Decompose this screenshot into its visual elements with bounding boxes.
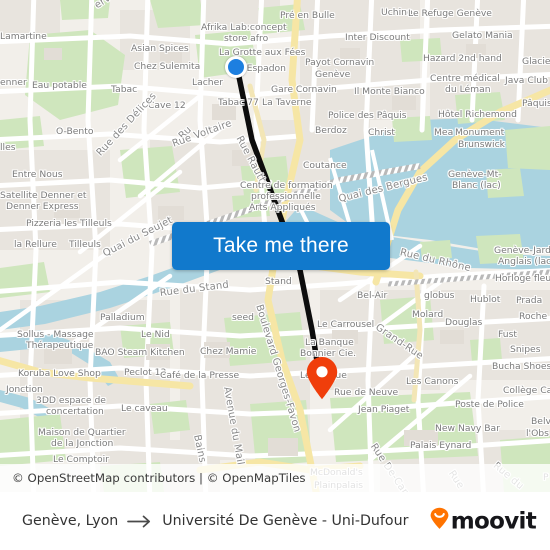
map-attribution-bar: © OpenStreetMap contributors | © OpenMap… xyxy=(0,464,550,492)
moovit-pin-icon xyxy=(430,507,449,535)
moovit-logo[interactable]: moovit xyxy=(430,507,537,535)
route-summary: Genève, Lyon Université De Genève - Uni-… xyxy=(22,513,408,529)
route-origin-label: Genève, Lyon xyxy=(22,513,119,529)
destination-pin-marker[interactable] xyxy=(305,356,339,400)
route-destination-label: Université De Genève - Uni-Dufour xyxy=(162,513,409,529)
moovit-wordmark: moovit xyxy=(450,508,537,534)
map-viewport[interactable]: LamartineervetteAsian SpicesChez Sulemit… xyxy=(0,0,550,492)
arrow-right-icon xyxy=(127,515,153,528)
moovit-map-screen: LamartineervetteAsian SpicesChez Sulemit… xyxy=(0,0,550,550)
footer-bar: Genève, Lyon Université De Genève - Uni-… xyxy=(0,492,550,550)
take-me-there-button[interactable]: Take me there xyxy=(172,222,390,270)
attribution-text[interactable]: © OpenStreetMap contributors | © OpenMap… xyxy=(12,471,306,485)
origin-circle-marker[interactable] xyxy=(225,56,247,78)
